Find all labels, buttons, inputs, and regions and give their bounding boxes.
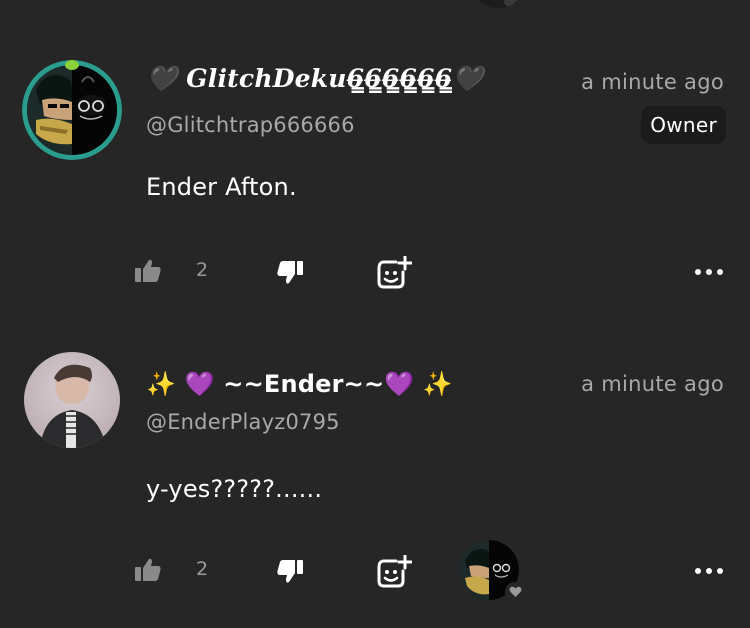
timestamp: a minute ago	[581, 70, 724, 94]
avatar[interactable]	[22, 60, 122, 160]
add-sticker-icon	[377, 555, 412, 588]
more-icon	[695, 269, 701, 275]
thumbs-down-icon	[277, 560, 303, 583]
like-button[interactable]	[134, 258, 162, 284]
display-name[interactable]: ✨ 💜 ~~Ender~~💜 ✨	[146, 370, 453, 398]
username[interactable]: @EnderPlayz0795	[146, 410, 340, 434]
owner-badge: Owner	[641, 106, 726, 144]
thumbs-up-icon	[135, 259, 161, 282]
comment-text: y-yes?????......	[146, 475, 323, 503]
more-icon	[695, 568, 701, 574]
add-sticker-button[interactable]	[376, 555, 412, 589]
heart-icon	[504, 0, 518, 7]
comments-screen: 🖤 𝑮𝒍𝒊𝒕𝒄𝒉𝑫𝒆𝒌𝒖6̶̳6̶̳6̶̳6̶̳6̶̳6̶̳🖤 a minute…	[0, 0, 750, 628]
previous-reaction-avatar[interactable]	[476, 0, 520, 8]
avatar[interactable]	[24, 352, 120, 448]
comment-text: Ender Afton.	[146, 173, 297, 201]
display-name[interactable]: 🖤 𝑮𝒍𝒊𝒕𝒄𝒉𝑫𝒆𝒌𝒖6̶̳6̶̳6̶̳6̶̳6̶̳6̶̳🖤	[146, 64, 484, 94]
like-count: 2	[196, 558, 209, 580]
like-button[interactable]	[134, 557, 162, 583]
more-options-button[interactable]	[695, 567, 723, 575]
dislike-button[interactable]	[276, 559, 304, 585]
reacted-user-avatar[interactable]	[459, 540, 525, 602]
heart-icon	[505, 582, 525, 602]
timestamp: a minute ago	[581, 372, 724, 396]
like-count: 2	[196, 259, 209, 281]
dislike-button[interactable]	[276, 260, 304, 286]
thumbs-down-icon	[277, 261, 303, 284]
more-options-button[interactable]	[695, 268, 723, 276]
username[interactable]: @Glitchtrap666666	[146, 113, 355, 137]
thumbs-up-icon	[135, 558, 161, 581]
add-sticker-icon	[377, 256, 412, 289]
add-sticker-button[interactable]	[376, 256, 412, 290]
